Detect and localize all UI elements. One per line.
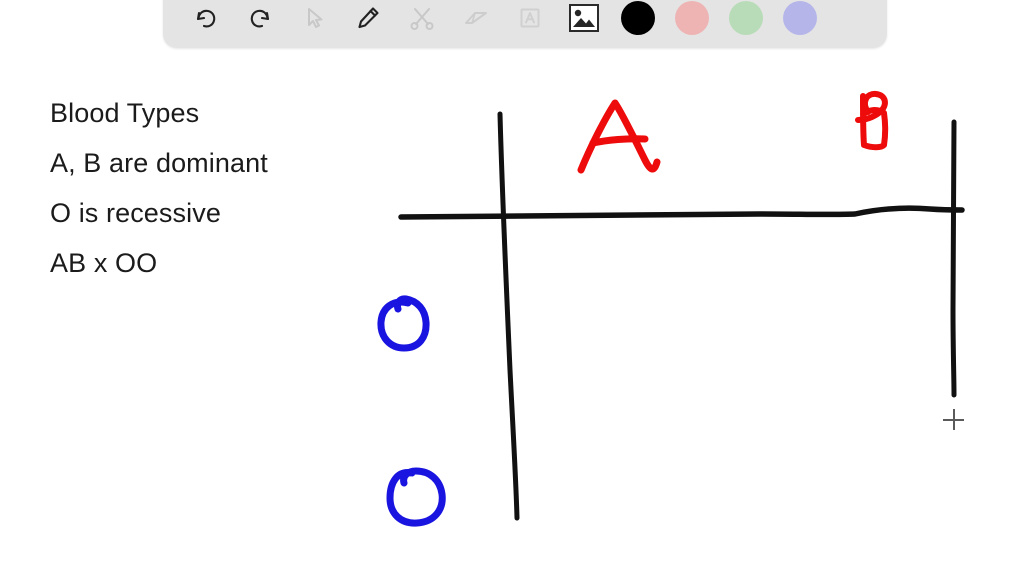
crosshair-cursor <box>943 409 964 430</box>
note-line-5: AB x OO <box>50 248 158 278</box>
cursor-icon <box>300 4 328 32</box>
color-swatch-purple[interactable] <box>773 0 827 38</box>
letter-B <box>855 90 889 151</box>
swatch-green-circle <box>729 1 763 35</box>
undo-icon <box>192 4 220 32</box>
swatch-purple-circle <box>783 1 817 35</box>
scissors-icon <box>408 4 436 32</box>
swatch-black-circle <box>621 1 655 35</box>
image-icon <box>569 4 599 32</box>
text-icon <box>516 4 544 32</box>
drawing-canvas[interactable]: Blood Types A, B are dominant O is reces… <box>0 0 1024 576</box>
color-swatch-green[interactable] <box>719 0 773 38</box>
color-swatch-black[interactable] <box>611 0 665 38</box>
drawing-toolbar <box>163 0 887 48</box>
letter-A <box>577 99 661 174</box>
ink-drawing-layer <box>377 90 965 527</box>
vertical-line-left <box>497 111 520 521</box>
letter-O-bottom <box>386 467 446 527</box>
pencil-icon <box>354 4 382 32</box>
text-tool-button[interactable] <box>503 0 557 38</box>
note-line-2: A, B are dominant <box>50 148 268 178</box>
note-line-1: Blood Types <box>50 98 200 128</box>
notes-text-block: Blood Types A, B are dominant O is reces… <box>50 88 380 288</box>
eraser-icon <box>462 4 490 32</box>
insert-image-button[interactable] <box>557 0 611 38</box>
redo-button[interactable] <box>233 0 287 38</box>
pencil-tool-button[interactable] <box>341 0 395 38</box>
cut-tool-button[interactable] <box>395 0 449 38</box>
select-tool-button[interactable] <box>287 0 341 38</box>
eraser-tool-button[interactable] <box>449 0 503 38</box>
swatch-pink-circle <box>675 1 709 35</box>
vertical-line-right <box>950 119 957 398</box>
note-line-3: O is recessive <box>50 198 221 228</box>
letter-O-top <box>377 295 430 352</box>
color-swatch-pink[interactable] <box>665 0 719 38</box>
punnett-square-strokes <box>398 111 965 521</box>
redo-icon <box>246 4 274 32</box>
undo-button[interactable] <box>179 0 233 38</box>
horizontal-line <box>398 205 965 220</box>
